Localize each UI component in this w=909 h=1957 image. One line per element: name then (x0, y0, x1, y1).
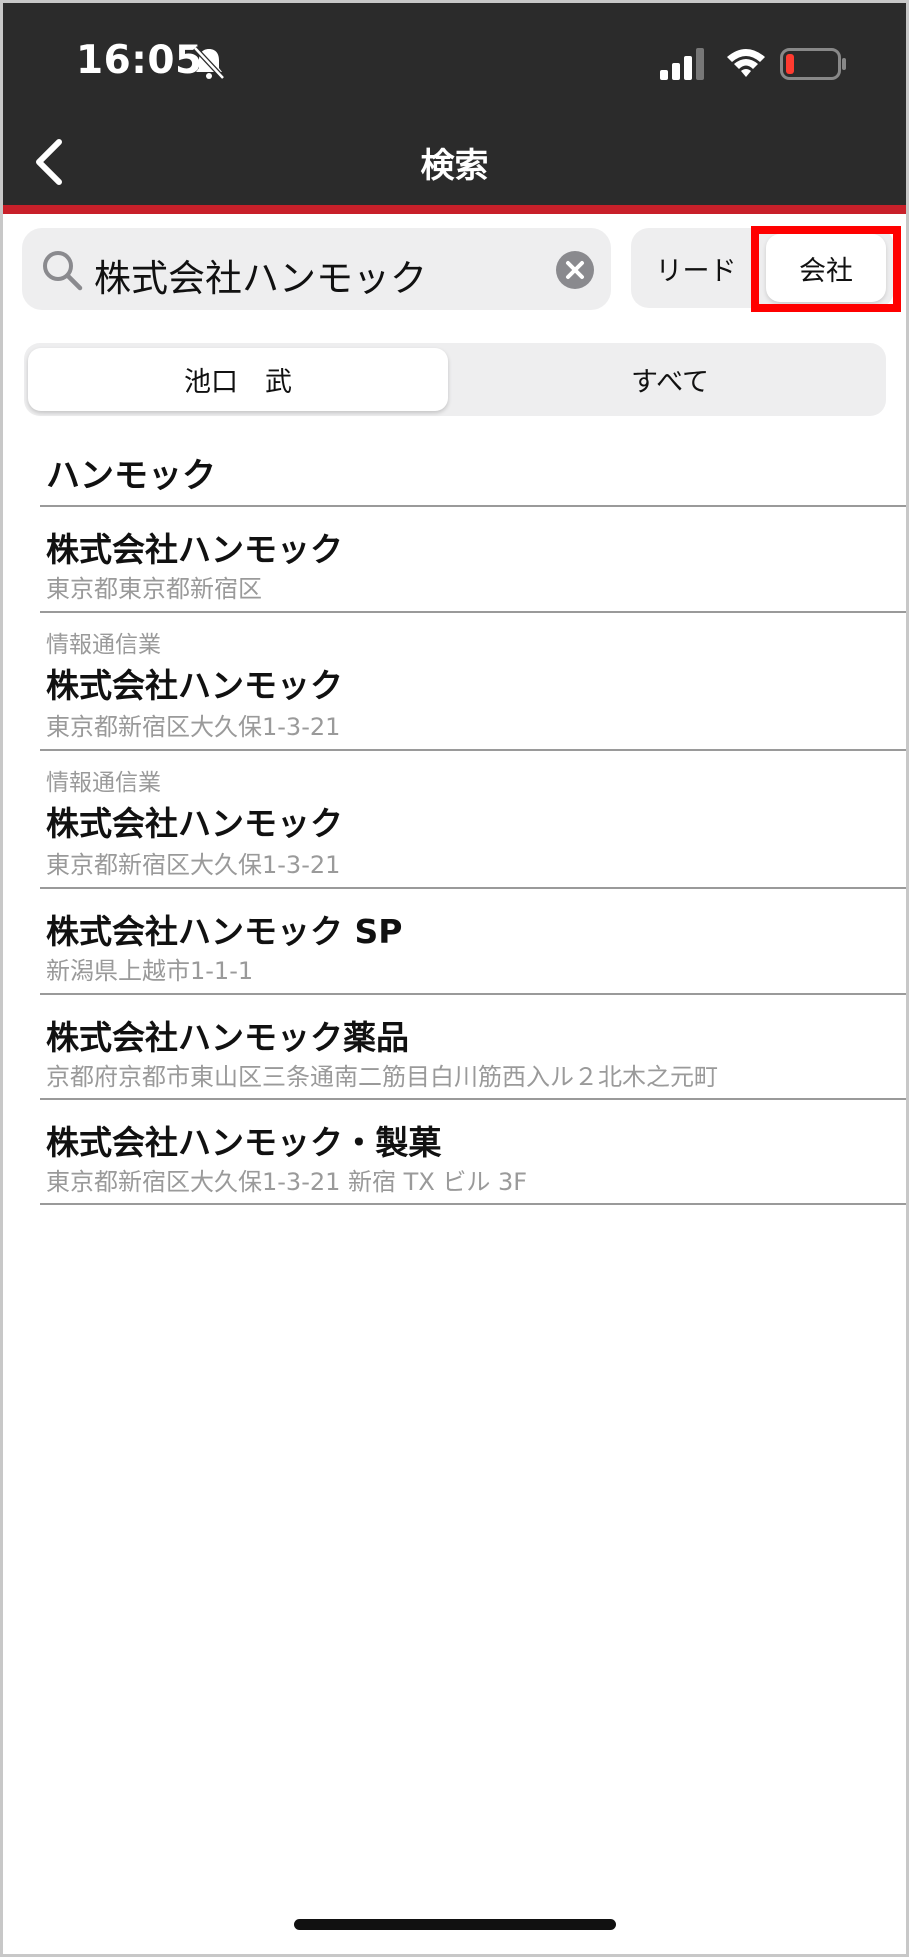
list-item[interactable]: 株式会社ハンモック 東京都東京都新宿区 (40, 505, 909, 613)
company-address: 東京都新宿区大久保1-3-21 新宿 TX ビル 3F (46, 1168, 528, 1196)
company-address: 東京都新宿区大久保1-3-21 (46, 851, 341, 879)
company-name: 株式会社ハンモック (46, 666, 343, 705)
status-time: 16:05 (76, 38, 203, 83)
company-name: 株式会社ハンモック薬品 (46, 1018, 409, 1057)
owner-filter-mine[interactable]: 池口 武 (28, 348, 448, 411)
company-address: 東京都東京都新宿区 (46, 575, 262, 603)
list-item[interactable]: 情報通信業 株式会社ハンモック 東京都新宿区大久保1-3-21 (40, 611, 909, 751)
wifi-icon (727, 49, 765, 77)
company-address: 新潟県上越市1-1-1 (46, 957, 254, 985)
search-input[interactable]: 株式会社ハンモック (94, 248, 427, 302)
header-accent-bar (0, 205, 909, 214)
company-industry: 情報通信業 (46, 770, 161, 796)
home-indicator[interactable] (294, 1919, 616, 1930)
company-name: 株式会社ハンモック SP (46, 912, 403, 951)
company-name: 株式会社ハンモック・製菓 (46, 1123, 442, 1162)
page-title: 検索 (420, 146, 489, 186)
owner-filter-segmented-control: 池口 武 すべて (24, 343, 886, 416)
company-industry: 情報通信業 (46, 632, 161, 658)
clear-circle-icon[interactable] (555, 250, 595, 290)
search-type-toggle: リード 会社 (631, 228, 894, 308)
company-address: 東京都新宿区大久保1-3-21 (46, 713, 341, 741)
company-name: 株式会社ハンモック (46, 804, 343, 843)
owner-filter-all[interactable]: すべて (454, 343, 886, 416)
company-address: 京都府京都市東山区三条通南二筋目白川筋西入ル２北木之元町 (46, 1063, 718, 1091)
company-name: 株式会社ハンモック (46, 530, 343, 569)
company-toggle-button[interactable]: 会社 (766, 234, 886, 302)
list-item[interactable]: 株式会社ハンモック・製菓 東京都新宿区大久保1-3-21 新宿 TX ビル 3F (40, 1098, 909, 1205)
results-section-header: ハンモック (46, 456, 216, 496)
list-item[interactable]: 株式会社ハンモック SP 新潟県上越市1-1-1 (40, 887, 909, 995)
list-item[interactable]: 情報通信業 株式会社ハンモック 東京都新宿区大久保1-3-21 (40, 749, 909, 889)
bell-slash-icon (193, 46, 225, 80)
lead-toggle-button[interactable]: リード (631, 228, 761, 308)
cellular-signal-icon (660, 48, 704, 80)
list-item[interactable]: 株式会社ハンモック薬品 京都府京都市東山区三条通南二筋目白川筋西入ル２北木之元町 (40, 993, 909, 1100)
battery-low-icon (780, 48, 846, 80)
list-divider (40, 1203, 909, 1205)
header: 16:05 検索 (0, 0, 909, 205)
search-field[interactable]: 株式会社ハンモック (22, 228, 611, 310)
magnifier-icon (43, 251, 83, 291)
